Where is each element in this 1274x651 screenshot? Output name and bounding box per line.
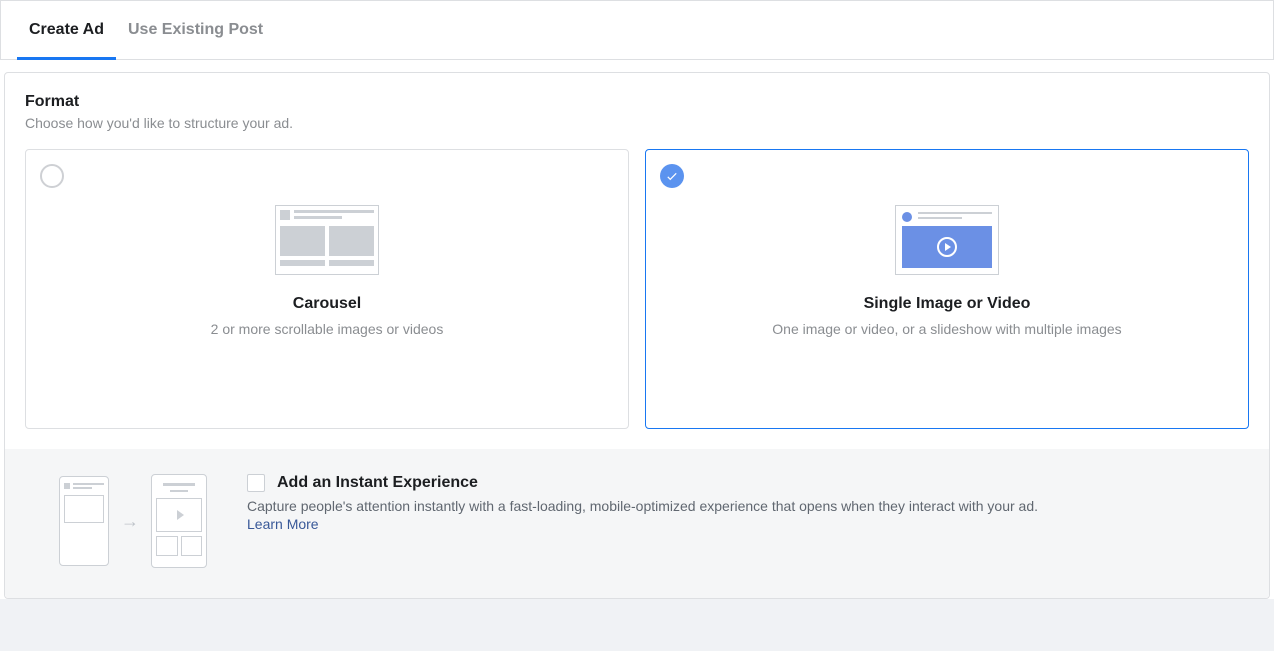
format-subtitle: Choose how you'd like to structure your … [25, 115, 1249, 131]
radio-unselected-icon [40, 164, 64, 188]
tab-use-existing-post[interactable]: Use Existing Post [116, 1, 275, 59]
instant-experience-row: → Add an Instant Experience Capture peop… [5, 449, 1269, 598]
phone-feed-icon [59, 476, 109, 566]
option-carousel-desc: 2 or more scrollable images or videos [42, 321, 612, 337]
video-thumbnail-icon [662, 205, 1232, 275]
phone-instant-icon [151, 474, 207, 568]
option-single-title: Single Image or Video [662, 295, 1232, 313]
instant-experience-illustration: → [59, 474, 207, 568]
tabs-bar: Create Ad Use Existing Post [0, 0, 1274, 60]
option-carousel[interactable]: Carousel 2 or more scrollable images or … [25, 149, 629, 429]
carousel-thumbnail-icon [42, 205, 612, 275]
format-title: Format [25, 93, 1249, 111]
instant-experience-desc: Capture people's attention instantly wit… [247, 498, 1245, 514]
radio-selected-icon [660, 164, 684, 188]
instant-experience-title: Add an Instant Experience [277, 474, 478, 492]
format-options: Carousel 2 or more scrollable images or … [25, 149, 1249, 449]
option-carousel-title: Carousel [42, 295, 612, 313]
arrow-right-icon: → [121, 511, 139, 532]
tab-create-ad[interactable]: Create Ad [17, 1, 116, 59]
option-single-desc: One image or video, or a slideshow with … [662, 321, 1232, 337]
instant-experience-checkbox[interactable] [247, 474, 265, 492]
format-section: Format Choose how you'd like to structur… [4, 72, 1270, 599]
option-single-image-video[interactable]: Single Image or Video One image or video… [645, 149, 1249, 429]
learn-more-link[interactable]: Learn More [247, 516, 319, 532]
